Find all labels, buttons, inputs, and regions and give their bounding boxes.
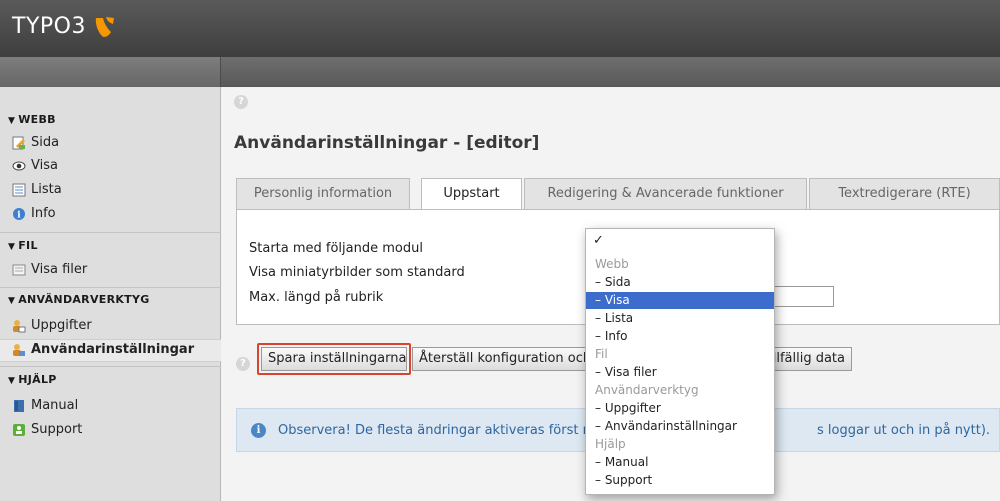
group-label: HJÄLP bbox=[18, 373, 57, 386]
sidebar-item-sida[interactable]: Sida bbox=[12, 135, 59, 150]
sidebar-item-label: Lista bbox=[31, 182, 62, 197]
sidebar-item-lista[interactable]: Lista bbox=[12, 182, 62, 197]
collapse-triangle-icon: ▼ bbox=[8, 296, 16, 306]
folder-list-icon bbox=[12, 264, 26, 275]
dropdown-group-anvandarverktyg: Användarverktyg bbox=[595, 383, 699, 397]
tab-textredigerare[interactable]: Textredigerare (RTE) bbox=[809, 178, 1000, 210]
field-label-thumbnails: Visa miniatyrbilder som standard bbox=[249, 265, 465, 280]
dropdown-option-visa[interactable]: – Visa bbox=[586, 292, 774, 309]
page-title: Användarinställningar - [editor] bbox=[234, 133, 540, 153]
collapse-triangle-icon: ▼ bbox=[8, 116, 16, 126]
dropdown-option-support[interactable]: – Support bbox=[586, 472, 774, 489]
field-label-title-length: Max. längd på rubrik bbox=[249, 290, 384, 305]
group-fil[interactable]: ▼ FIL bbox=[8, 239, 38, 252]
user-tasks-icon bbox=[13, 319, 26, 332]
support-icon bbox=[13, 423, 25, 436]
sidebar-item-label: Manual bbox=[31, 398, 79, 413]
info-icon: i bbox=[251, 423, 266, 438]
list-icon bbox=[12, 183, 26, 196]
sidebar-item-label: Visa filer bbox=[31, 262, 88, 277]
top-header: TYPO3 bbox=[0, 0, 1000, 57]
reset-config-label: Återställ konfiguration och bbox=[419, 351, 592, 366]
group-divider bbox=[0, 366, 221, 367]
sidebar-item-manual[interactable]: Manual bbox=[12, 398, 78, 413]
checkmark-icon: ✓ bbox=[593, 233, 604, 248]
group-anvandarverktyg[interactable]: ▼ ANVÄNDARVERKTYG bbox=[8, 293, 150, 306]
sidebar-item-info[interactable]: i Info bbox=[12, 206, 56, 221]
dropdown-option-lista[interactable]: – Lista bbox=[586, 310, 774, 327]
dropdown-group-webb: Webb bbox=[595, 257, 629, 271]
group-webb[interactable]: ▼ WEBB bbox=[8, 113, 56, 126]
dropdown-option-anvandarinstallningar[interactable]: – Användarinställningar bbox=[586, 418, 774, 435]
info-icon: i bbox=[13, 207, 25, 220]
group-divider bbox=[0, 287, 221, 288]
sidebar-item-label: Visa bbox=[31, 158, 58, 173]
notice-text-left: Observera! De flesta ändringar aktiveras… bbox=[278, 423, 591, 438]
page-edit-icon bbox=[12, 136, 25, 149]
module-menu: ▼ WEBB Sida Visa Lista i Info ▼ FIL Visa f… bbox=[0, 87, 221, 501]
sidebar-item-label: Användarinställningar bbox=[31, 342, 195, 357]
tab-personlig-information[interactable]: Personlig information bbox=[236, 178, 410, 210]
dropdown-group-hjalp: Hjälp bbox=[595, 437, 626, 451]
tab-uppstart[interactable]: Uppstart bbox=[421, 178, 522, 211]
logo-text: TYPO3 bbox=[12, 14, 86, 39]
help-icon[interactable]: ? bbox=[234, 95, 248, 109]
dropdown-option-uppgifter[interactable]: – Uppgifter bbox=[586, 400, 774, 417]
dropdown-group-fil: Fil bbox=[595, 347, 608, 361]
dropdown-option-sida[interactable]: – Sida bbox=[586, 274, 774, 291]
svg-text:i: i bbox=[17, 210, 21, 220]
sidebar-item-label: Sida bbox=[31, 135, 60, 150]
module-docheader-bar bbox=[0, 57, 1000, 87]
typo3-logo[interactable]: TYPO3 bbox=[12, 14, 116, 39]
sidebar-header-bar bbox=[0, 57, 221, 87]
sidebar-item-support[interactable]: Support bbox=[12, 422, 82, 437]
user-settings-icon bbox=[13, 343, 25, 356]
group-label: WEBB bbox=[18, 113, 56, 126]
group-label: ANVÄNDARVERKTYG bbox=[18, 293, 150, 306]
help-icon[interactable]: ? bbox=[236, 357, 250, 371]
sidebar-item-uppgifter[interactable]: Uppgifter bbox=[12, 318, 92, 333]
collapse-triangle-icon: ▼ bbox=[8, 242, 16, 252]
group-divider bbox=[0, 232, 221, 233]
notice-text-right: s loggar ut och in på nytt). bbox=[817, 423, 991, 438]
dropdown-option-manual[interactable]: – Manual bbox=[586, 454, 774, 471]
sidebar-item-anvandarinstallningar[interactable]: Användarinställningar bbox=[12, 342, 194, 357]
collapse-triangle-icon: ▼ bbox=[8, 376, 16, 386]
sidebar-item-label: Uppgifter bbox=[31, 318, 92, 333]
manual-book-icon bbox=[14, 399, 24, 412]
dropdown-option-info[interactable]: – Info bbox=[586, 328, 774, 345]
group-label: FIL bbox=[18, 239, 38, 252]
sidebar-item-visa-filer[interactable]: Visa filer bbox=[12, 262, 87, 277]
dropdown-option-visa-filer[interactable]: – Visa filer bbox=[586, 364, 774, 381]
group-hjalp[interactable]: ▼ HJÄLP bbox=[8, 373, 57, 386]
typo3-logo-icon bbox=[95, 16, 114, 37]
field-label-start-module: Starta med följande modul bbox=[249, 241, 423, 256]
save-button[interactable]: Spara inställningarna bbox=[261, 347, 407, 371]
eye-icon bbox=[12, 161, 26, 170]
sidebar-item-label: Support bbox=[31, 422, 83, 437]
sidebar-item-visa[interactable]: Visa bbox=[12, 158, 58, 173]
title-length-input[interactable] bbox=[765, 286, 834, 307]
tab-redigering[interactable]: Redigering & Avancerade funktioner bbox=[524, 178, 807, 210]
start-module-dropdown[interactable]: ✓ Webb – Sida – Visa – Lista – Info Fil … bbox=[585, 228, 775, 495]
reset-config-label-tail: illfällig data bbox=[769, 351, 845, 366]
sidebar-item-label: Info bbox=[31, 206, 56, 221]
